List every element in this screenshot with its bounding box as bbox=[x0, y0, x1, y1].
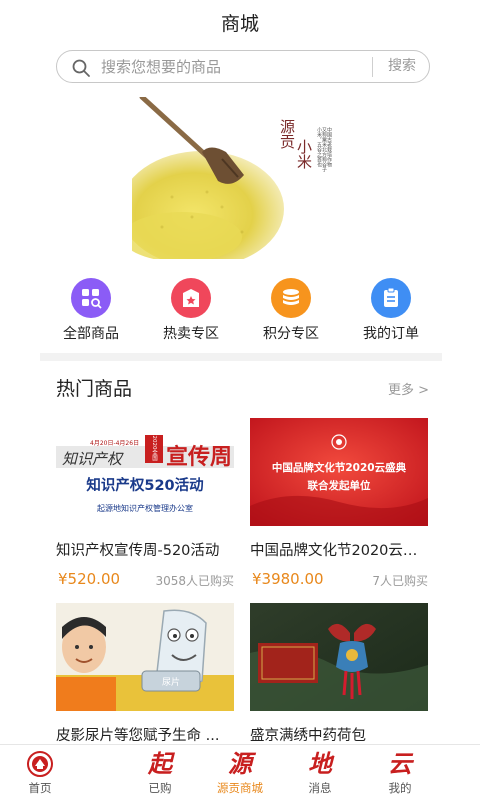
svg-text:宣传周: 宣传周 bbox=[166, 444, 232, 470]
svg-text:起源地知识产权管理办公室: 起源地知识产权管理办公室 bbox=[97, 503, 193, 513]
svg-text:知识产权: 知识产权 bbox=[62, 450, 124, 468]
grid-search-icon bbox=[71, 278, 111, 318]
category-label: 积分专区 bbox=[263, 326, 319, 342]
category-my-orders[interactable]: 我的订单 bbox=[346, 276, 436, 346]
tab-label: 消息 bbox=[308, 781, 332, 795]
product-name: 中国品牌文化节2020云盛典 bbox=[250, 543, 428, 559]
search-button[interactable]: 搜索 bbox=[375, 51, 429, 82]
tab-profile[interactable]: 云 我的 bbox=[360, 745, 440, 800]
tab-label: 已购 bbox=[148, 781, 172, 795]
product-card[interactable]: 4月20日-4月26日 2020全国 知识产权 宣传周 知识产权520活动 起源… bbox=[56, 418, 234, 596]
coins-icon bbox=[271, 278, 311, 318]
tab-label: 源贡商城 bbox=[217, 781, 263, 795]
product-name: 皮影尿片等您赋予生命 ... bbox=[56, 728, 220, 744]
svg-text:4月20日-4月26日: 4月20日-4月26日 bbox=[90, 440, 139, 447]
product-sold-count: 7人已购买 bbox=[372, 574, 428, 588]
svg-text:尿片: 尿片 bbox=[162, 676, 180, 688]
tab-messages[interactable]: 地 消息 bbox=[280, 745, 360, 800]
purchased-icon: 起 bbox=[148, 749, 172, 778]
product-card[interactable]: 尿片 皮影尿片等您赋予生命 ... bbox=[56, 603, 234, 744]
tab-label: 首页 bbox=[28, 781, 52, 795]
product-price: ¥3980.00 bbox=[252, 570, 324, 588]
product-image: 尿片 bbox=[56, 603, 234, 711]
tab-purchased[interactable]: 起 已购 bbox=[120, 745, 200, 800]
svg-text:知识产权520活动: 知识产权520活动 bbox=[86, 476, 203, 494]
hot-badge-icon bbox=[171, 278, 211, 318]
page-title: 商城 bbox=[220, 13, 259, 35]
product-sold-count: 3058人已购买 bbox=[155, 574, 234, 588]
search-icon bbox=[72, 59, 90, 77]
more-link[interactable]: 更多 > bbox=[388, 379, 429, 398]
product-card[interactable]: 中国品牌文化节2020云盛典 联合发起单位 中国品牌文化节2020云盛典 ¥39… bbox=[250, 418, 428, 596]
tab-mall[interactable]: 源 源贡商城 bbox=[200, 745, 280, 800]
product-name: 盛京满绣中药荷包 bbox=[250, 728, 366, 744]
order-list-icon bbox=[371, 278, 411, 318]
product-image: 中国品牌文化节2020云盛典 联合发起单位 bbox=[250, 418, 428, 526]
profile-icon: 云 bbox=[388, 749, 412, 778]
banner-headline: 源贡 bbox=[278, 119, 296, 149]
search-divider bbox=[372, 57, 373, 77]
category-all-products[interactable]: 全部商品 bbox=[46, 276, 136, 346]
svg-text:2020全国: 2020全国 bbox=[151, 436, 158, 462]
banner-xiaomi[interactable]: 源贡 小米 小米，五谷之首也 又称粟米北方称谷子 中国古老栽培作物 bbox=[132, 97, 332, 259]
product-name: 知识产权宣传周-520活动 bbox=[56, 543, 220, 559]
category-label: 我的订单 bbox=[363, 326, 419, 342]
svg-text:小米: 小米 bbox=[295, 139, 313, 169]
home-logo-icon bbox=[27, 751, 53, 777]
tab-label: 我的 bbox=[388, 781, 412, 795]
product-card[interactable]: 盛京满绣中药荷包 bbox=[250, 603, 428, 744]
message-icon: 地 bbox=[308, 749, 332, 778]
mall-icon: 源 bbox=[228, 749, 252, 778]
category-label: 全部商品 bbox=[63, 326, 119, 342]
svg-text:中国品牌文化节2020云盛典: 中国品牌文化节2020云盛典 bbox=[272, 461, 407, 474]
svg-text:联合发起单位: 联合发起单位 bbox=[308, 479, 371, 492]
category-row: 全部商品 热卖专区 积分专区 我的订单 bbox=[40, 276, 442, 346]
millet-banner-image: 源贡 小米 小米，五谷之首也 又称粟米北方称谷子 中国古老栽培作物 bbox=[132, 97, 332, 259]
product-image bbox=[250, 603, 428, 711]
category-hot-sale[interactable]: 热卖专区 bbox=[146, 276, 236, 346]
product-image: 4月20日-4月26日 2020全国 知识产权 宣传周 知识产权520活动 起源… bbox=[56, 418, 234, 526]
bottom-tab-bar: 首页 起 已购 源 源贡商城 地 消息 云 我的 bbox=[0, 744, 480, 800]
section-title: 热门商品 bbox=[56, 378, 133, 400]
svg-text:中国古老栽培作物: 中国古老栽培作物 bbox=[326, 126, 332, 168]
tab-home[interactable]: 首页 bbox=[0, 745, 80, 800]
category-label: 热卖专区 bbox=[163, 326, 219, 342]
search-bar[interactable]: 搜索 bbox=[56, 50, 430, 83]
product-price: ¥520.00 bbox=[58, 570, 121, 588]
search-input[interactable] bbox=[101, 55, 371, 79]
section-divider bbox=[40, 353, 442, 361]
category-points[interactable]: 积分专区 bbox=[246, 276, 336, 346]
